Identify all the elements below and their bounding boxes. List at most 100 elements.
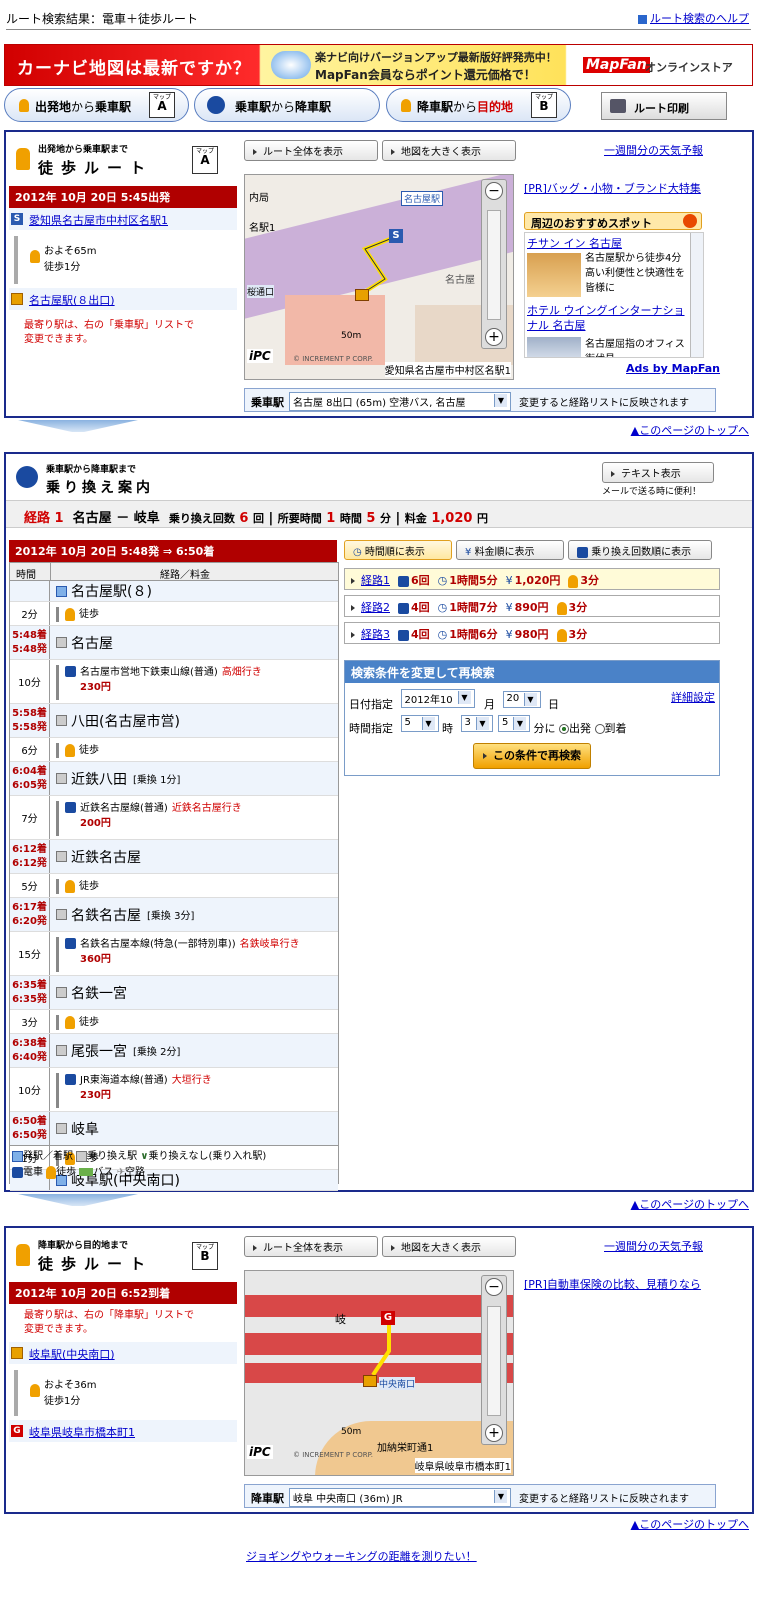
- line-name: 名古屋市営地下鉄東山線(普通): [80, 667, 218, 678]
- page-title: ルート検索結果：電車＋徒歩ルート: [6, 12, 199, 26]
- day-select[interactable]: ▼ 20: [502, 691, 541, 708]
- tab-origin-to-boarding[interactable]: 出発地から乗車駅 マップ A: [4, 88, 189, 122]
- route-option[interactable]: 経路3 4回 ◷ 1時間6分 ¥980円 3分: [344, 622, 720, 644]
- station-end-icon: [56, 585, 67, 597]
- start-marker-icon: S: [389, 229, 403, 243]
- zoom-slider[interactable]: − +: [481, 1275, 507, 1445]
- segment-line: [56, 1015, 59, 1030]
- bus-icon: [79, 1168, 94, 1176]
- alighting-station-select[interactable]: ▼ 岐阜 中央南口 (36m) JR: [289, 1488, 511, 1507]
- station-name: 近鉄名古屋: [71, 849, 141, 866]
- map-b[interactable]: G 中央南口 岐 加納栄町通1 − + 50m iPC © INCREMENT …: [244, 1270, 514, 1476]
- walk-a-start: S 愛知県名古屋市中村区名駅1: [9, 208, 237, 230]
- route-option-link[interactable]: 経路3: [361, 628, 390, 641]
- segment-duration: 15分: [18, 950, 41, 961]
- spot-name[interactable]: チサン イン 名古屋: [527, 235, 622, 251]
- page-top-link[interactable]: ▲このページのトップへ: [631, 1516, 749, 1532]
- minute-tens-select[interactable]: ▼ 3: [460, 715, 493, 732]
- tab-alighting-to-destination[interactable]: 降車駅から目的地 マップ B: [386, 88, 571, 122]
- segment-fare: 200円: [80, 818, 111, 829]
- arrival-time: 6:38着: [12, 1037, 47, 1049]
- goal-marker-icon: G: [381, 1311, 395, 1325]
- segment-info: 名鉄名古屋本線(特急(一部特別車)) 名鉄岐阜行き 360円: [80, 937, 300, 967]
- walk-a-start-link[interactable]: 愛知県名古屋市中村区名駅1: [29, 212, 168, 228]
- zoom-in-icon[interactable]: +: [485, 1424, 503, 1442]
- weather-link[interactable]: 一週間分の天気予報: [604, 142, 703, 158]
- help-link-wrap[interactable]: ルート検索のヘルプ: [637, 10, 749, 26]
- station-name: 岐阜: [71, 1121, 99, 1138]
- text-view-button[interactable]: テキスト表示: [602, 462, 714, 483]
- spots-scrollbar[interactable]: [690, 233, 703, 357]
- segment-duration: 5分: [21, 882, 38, 893]
- walk-icon: [65, 744, 75, 757]
- departure-time: 6:40発: [12, 1051, 47, 1063]
- pr-link[interactable]: [PR]バッグ・小物・ブランド大特集: [524, 180, 701, 196]
- depart-radio[interactable]: [559, 724, 569, 734]
- zoom-slider[interactable]: − +: [481, 179, 507, 349]
- line-name: JR東海道本線(普通): [80, 1075, 168, 1086]
- detail-settings-link[interactable]: 詳細設定: [671, 689, 715, 705]
- route-option-link[interactable]: 経路2: [361, 601, 390, 614]
- boarding-station-select[interactable]: ▼ 名古屋 8出口 (65m) 空港バス, 名古屋: [289, 392, 511, 411]
- sort-by-transfers-button[interactable]: 乗り換え回数順に表示: [568, 540, 712, 560]
- spot-photo[interactable]: [527, 337, 581, 357]
- walk-b-start-link[interactable]: 岐阜駅(中央南口): [29, 1346, 115, 1362]
- arrive-radio[interactable]: [594, 724, 605, 734]
- spots-list[interactable]: チサン イン 名古屋 名古屋駅から徒歩4分 高い利便性と快適性を皆様に ホテル …: [524, 232, 704, 358]
- zoom-in-icon[interactable]: +: [485, 328, 503, 346]
- pr-link[interactable]: [PR]自動車保険の比較、見積りなら: [524, 1276, 701, 1292]
- zoom-track[interactable]: [487, 1306, 501, 1416]
- walk-route-b-panel: 降車駅から目的地まで 徒歩ルート マップ B 2012年 10月 20日 6:52…: [4, 1226, 754, 1514]
- spot-desc: 名古屋駅から徒歩4分 高い利便性と快適性を皆様に: [585, 253, 685, 294]
- train-icon: [65, 1074, 76, 1085]
- arrival-time: 5:58着: [12, 707, 47, 719]
- walk-a-end-link[interactable]: 名古屋駅(８出口): [29, 292, 115, 308]
- start-marker-icon: S: [11, 213, 23, 225]
- sort-by-time-button[interactable]: ◷ 時間順に表示: [344, 540, 452, 560]
- show-route-button[interactable]: ルート全体を表示: [244, 140, 378, 161]
- enlarge-map-button[interactable]: 地図を大きく表示: [382, 140, 516, 161]
- play-icon: [351, 632, 355, 638]
- tab-boarding-to-alighting[interactable]: 乗車駅から降車駅: [194, 88, 380, 122]
- change-note: 変更すると経路リストに反映されます: [519, 1494, 689, 1505]
- route-option[interactable]: 経路2 4回 ◷ 1時間7分 ¥890円 3分: [344, 595, 720, 617]
- map-label: 名古屋: [445, 275, 475, 286]
- play-icon: [351, 578, 355, 584]
- hour-select[interactable]: ▼ 5: [400, 715, 439, 732]
- route-option-transfers: 4回: [411, 601, 430, 614]
- spot-name[interactable]: ホテル ウイングインターナショナル 名古屋: [527, 303, 687, 333]
- walk-b-note-2: 変更できます。: [24, 1324, 93, 1335]
- footer-link[interactable]: ジョギングやウォーキングの距離を測りたい！: [246, 1548, 477, 1564]
- map-scale: 50m: [341, 1427, 362, 1437]
- research-submit-button[interactable]: この条件で再検索: [473, 743, 591, 769]
- zoom-out-icon[interactable]: −: [485, 1278, 503, 1296]
- line-name: 徒歩: [79, 1017, 99, 1028]
- minute-ones-select[interactable]: ▼ 5: [498, 715, 530, 732]
- clock-icon: ◷: [353, 547, 362, 558]
- walk-b-end-link[interactable]: 岐阜県岐阜市橋本町1: [29, 1424, 135, 1440]
- help-link[interactable]: ルート検索のヘルプ: [650, 12, 749, 25]
- spots-header: 周辺のおすすめスポット: [524, 212, 702, 230]
- year-month-select[interactable]: ▼ 2012年10: [400, 689, 475, 708]
- spot-photo[interactable]: [527, 253, 581, 297]
- route-option-link[interactable]: 経路1: [361, 574, 390, 587]
- map-a[interactable]: S 名古屋駅 名駅1 名古屋 内局 桜通口 − + 50m iPC © INCR…: [244, 174, 514, 380]
- show-route-button[interactable]: ルート全体を表示: [244, 1236, 378, 1257]
- arrival-time: 6:12着: [12, 843, 47, 855]
- enlarge-map-button[interactable]: 地図を大きく表示: [382, 1236, 516, 1257]
- sort-by-fare-button[interactable]: ¥ 料金順に表示: [456, 540, 564, 560]
- walk-line: [14, 1370, 18, 1416]
- hour-unit: 時: [442, 722, 453, 735]
- print-route-button[interactable]: ルート印刷: [601, 92, 727, 120]
- weather-link[interactable]: 一週間分の天気予報: [604, 1238, 703, 1254]
- zoom-out-icon[interactable]: −: [485, 182, 503, 200]
- zoom-track[interactable]: [487, 210, 501, 320]
- page-top-link[interactable]: ▲このページのトップへ: [631, 1196, 749, 1212]
- ads-link[interactable]: Ads by MapFan: [626, 362, 720, 375]
- page-top-link[interactable]: ▲このページのトップへ: [631, 422, 749, 438]
- transfer-datetime: 2012年 10月 20日 5:48発 ⇒ 6:50着: [9, 540, 337, 562]
- station-name: 尾張一宮: [71, 1043, 127, 1060]
- ad-banner[interactable]: カーナビ地図は最新ですか？ 楽ナビ向けバージョンアップ最新版好評発売中！ Map…: [4, 44, 753, 86]
- route-option[interactable]: 経路1 6回 ◷ 1時間5分 ¥1,020円 3分: [344, 568, 720, 590]
- route-option-fare: 890円: [514, 601, 549, 614]
